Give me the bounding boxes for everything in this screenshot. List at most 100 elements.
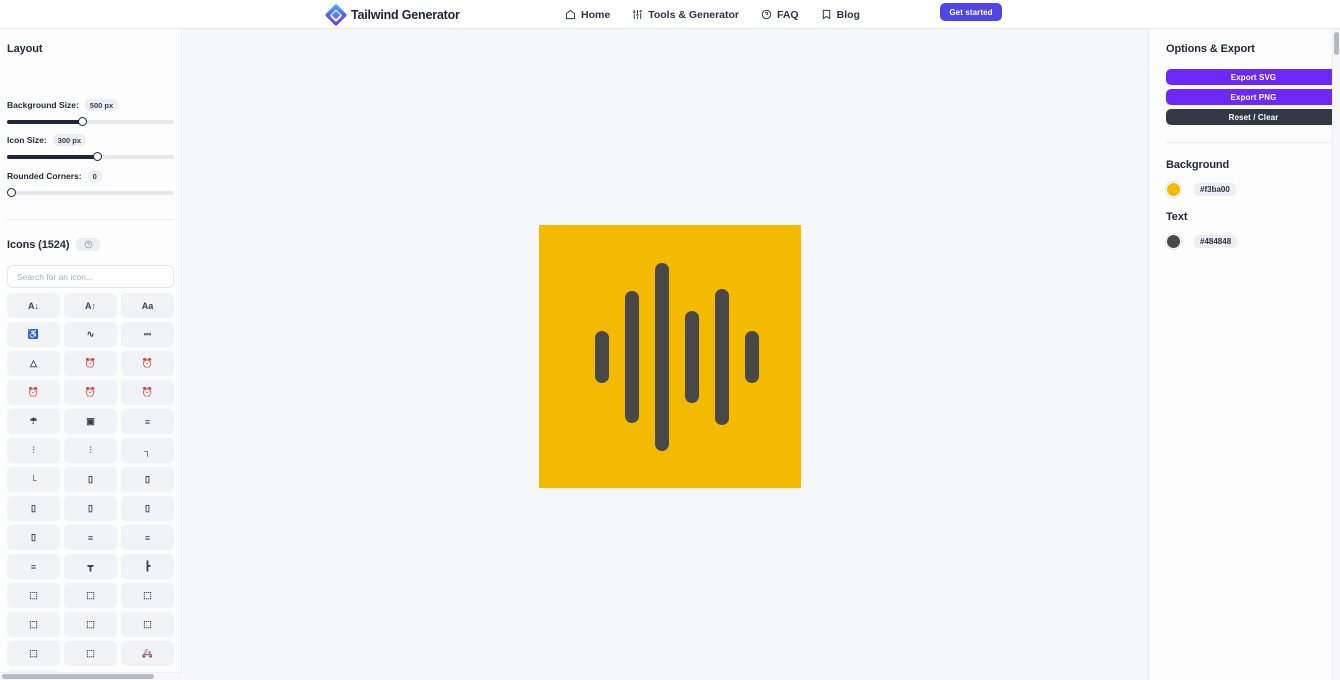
align-vertical-justify-end-icon[interactable]: ⬚ (64, 612, 117, 637)
alarm-clock-off-icon[interactable]: ⏰ (64, 380, 117, 405)
align-horizontal-justify-center-icon[interactable]: ▯ (64, 496, 117, 521)
section-divider (1166, 142, 1340, 143)
align-vertical-distribute-end-icon[interactable]: ⬚ (64, 583, 117, 608)
ambulance-icon[interactable]: 🚑 (121, 641, 174, 666)
nav-item-faq[interactable]: FAQ (761, 9, 799, 21)
alarm-clock-plus-icon[interactable]: ⏰ (121, 380, 174, 405)
help-circle-icon[interactable] (76, 238, 101, 251)
audio-waveform-icon (595, 262, 759, 451)
icon-glyph: ▯ (88, 474, 93, 484)
align-start-vertical-icon[interactable]: ┣ (121, 554, 174, 579)
slider-knob[interactable] (78, 117, 87, 126)
icon-glyph: ☂ (29, 416, 38, 426)
alarm-smoke-icon[interactable]: ☂ (7, 409, 60, 434)
sidebar-vertical-scrollbar-thumb[interactable] (1333, 32, 1339, 55)
icon-glyph: ⬚ (29, 590, 38, 600)
waveform-bar-2 (655, 262, 669, 451)
align-vertical-space-around-icon[interactable]: ⬚ (7, 641, 60, 666)
icon-glyph: ▯ (145, 503, 150, 513)
alarm-clock-minus-icon[interactable]: ⏰ (7, 380, 60, 405)
main-nav: Home Tools & Generator FAQ Blog (565, 0, 860, 29)
options-export-title: Options & Export (1166, 43, 1255, 55)
home-icon (565, 9, 576, 20)
icon-search-input[interactable] (7, 265, 174, 288)
align-vertical-distribute-center-icon[interactable]: ⬚ (7, 583, 60, 608)
icon-glyph: ┐ (144, 445, 151, 456)
align-center-vertical-icon[interactable]: ⫶ (64, 438, 117, 463)
align-horizontal-distribute-end-icon[interactable]: ▯ (121, 467, 174, 492)
get-started-button[interactable]: Get started (940, 3, 1002, 21)
album-icon[interactable]: ▣ (64, 409, 117, 434)
brand[interactable]: Tailwind Generator (324, 0, 460, 29)
align-horizontal-justify-start-icon[interactable]: ▯ (7, 525, 60, 550)
rounded-corners-label: Rounded Corners: (7, 171, 82, 181)
export-png-button[interactable]: Export PNG (1166, 89, 1340, 105)
sidebar-horizontal-scrollbar-thumb[interactable] (2, 673, 154, 679)
align-end-vertical-icon[interactable]: └ (7, 467, 60, 492)
left-sidebar: Layout Background Size: 500 px Icon Size… (0, 29, 182, 680)
align-center-icon[interactable]: ≡ (121, 409, 174, 434)
align-left-icon[interactable]: ≡ (121, 525, 174, 550)
background-size-slider[interactable] (7, 116, 174, 128)
align-vertical-justify-start-icon[interactable]: ⬚ (121, 612, 174, 637)
waveform-bar-0 (595, 330, 609, 383)
slider-knob[interactable] (7, 188, 16, 197)
icon-glyph: ⬚ (29, 619, 38, 629)
background-size-control: Background Size: 500 px (7, 99, 174, 128)
a-arrow-down-icon[interactable]: A↓ (7, 293, 60, 318)
section-divider (7, 219, 174, 220)
align-vertical-justify-center-icon[interactable]: ⬚ (7, 612, 60, 637)
a-large-small-icon[interactable]: Aa (121, 293, 174, 318)
align-horizontal-distribute-center-icon[interactable]: ▯ (64, 467, 117, 492)
align-vertical-distribute-start-icon[interactable]: ⬚ (121, 583, 174, 608)
icon-glyph: ⬚ (143, 619, 152, 629)
waveform-bar-4 (715, 288, 729, 425)
nav-item-tools-generator[interactable]: Tools & Generator (632, 9, 739, 21)
align-right-icon[interactable]: ≡ (7, 554, 60, 579)
text-color-swatch[interactable] (1166, 234, 1181, 249)
air-vent-icon[interactable]: ⎓ (121, 322, 174, 347)
slider-knob[interactable] (93, 152, 102, 161)
bookmark-icon (821, 9, 832, 20)
icon-glyph: Aa (141, 300, 154, 311)
reset-clear-button[interactable]: Reset / Clear (1166, 109, 1340, 125)
text-color-hex: #484848 (1194, 235, 1238, 248)
sliders-icon (632, 9, 643, 20)
icon-size-control: Icon Size: 300 px (7, 134, 174, 163)
icon-size-value: 300 px (52, 134, 87, 146)
icon-glyph: ⏰ (84, 358, 97, 368)
align-justify-icon[interactable]: ≡ (64, 525, 117, 550)
icon-size-slider[interactable] (7, 151, 174, 163)
icon-glyph: ⏰ (84, 387, 97, 397)
nav-item-home[interactable]: Home (565, 9, 610, 21)
align-center-horizontal-icon[interactable]: ⫶ (7, 438, 60, 463)
airplay-icon[interactable]: △ (7, 351, 60, 376)
align-horizontal-justify-end-icon[interactable]: ▯ (121, 496, 174, 521)
background-color-swatch[interactable] (1166, 182, 1181, 197)
icon-glyph: ⬚ (86, 619, 95, 629)
nav-item-blog[interactable]: Blog (821, 9, 860, 21)
export-svg-button[interactable]: Export SVG (1166, 69, 1340, 85)
icons-section-title: Icons (1524) (7, 238, 70, 251)
align-end-horizontal-icon[interactable]: ┐ (121, 438, 174, 463)
align-vertical-space-between-icon[interactable]: ⬚ (64, 641, 117, 666)
icon-glyph: ≡ (144, 532, 151, 543)
align-start-horizontal-icon[interactable]: ┳ (64, 554, 117, 579)
align-horizontal-distribute-start-icon[interactable]: ▯ (7, 496, 60, 521)
icon-glyph: ⏰ (141, 358, 154, 368)
alarm-clock-check-icon[interactable]: ⏰ (121, 351, 174, 376)
icon-glyph: ▣ (86, 416, 95, 426)
icon-glyph: ▯ (145, 474, 150, 484)
alarm-clock-icon[interactable]: ⏰ (64, 351, 117, 376)
accessibility-icon[interactable]: ♿ (7, 322, 60, 347)
rounded-corners-slider[interactable] (7, 187, 174, 199)
waveform-bar-5 (745, 330, 759, 383)
sidebar-vertical-scrollbar[interactable] (1332, 29, 1340, 680)
preview-artboard[interactable] (539, 225, 801, 488)
slider-fill (7, 120, 83, 124)
icon-glyph: ┣ (144, 561, 151, 571)
rounded-corners-control: Rounded Corners: 0 (7, 170, 174, 199)
rounded-corners-value: 0 (87, 170, 102, 182)
activity-icon[interactable]: ∿ (64, 322, 117, 347)
a-arrow-up-icon[interactable]: A↑ (64, 293, 117, 318)
